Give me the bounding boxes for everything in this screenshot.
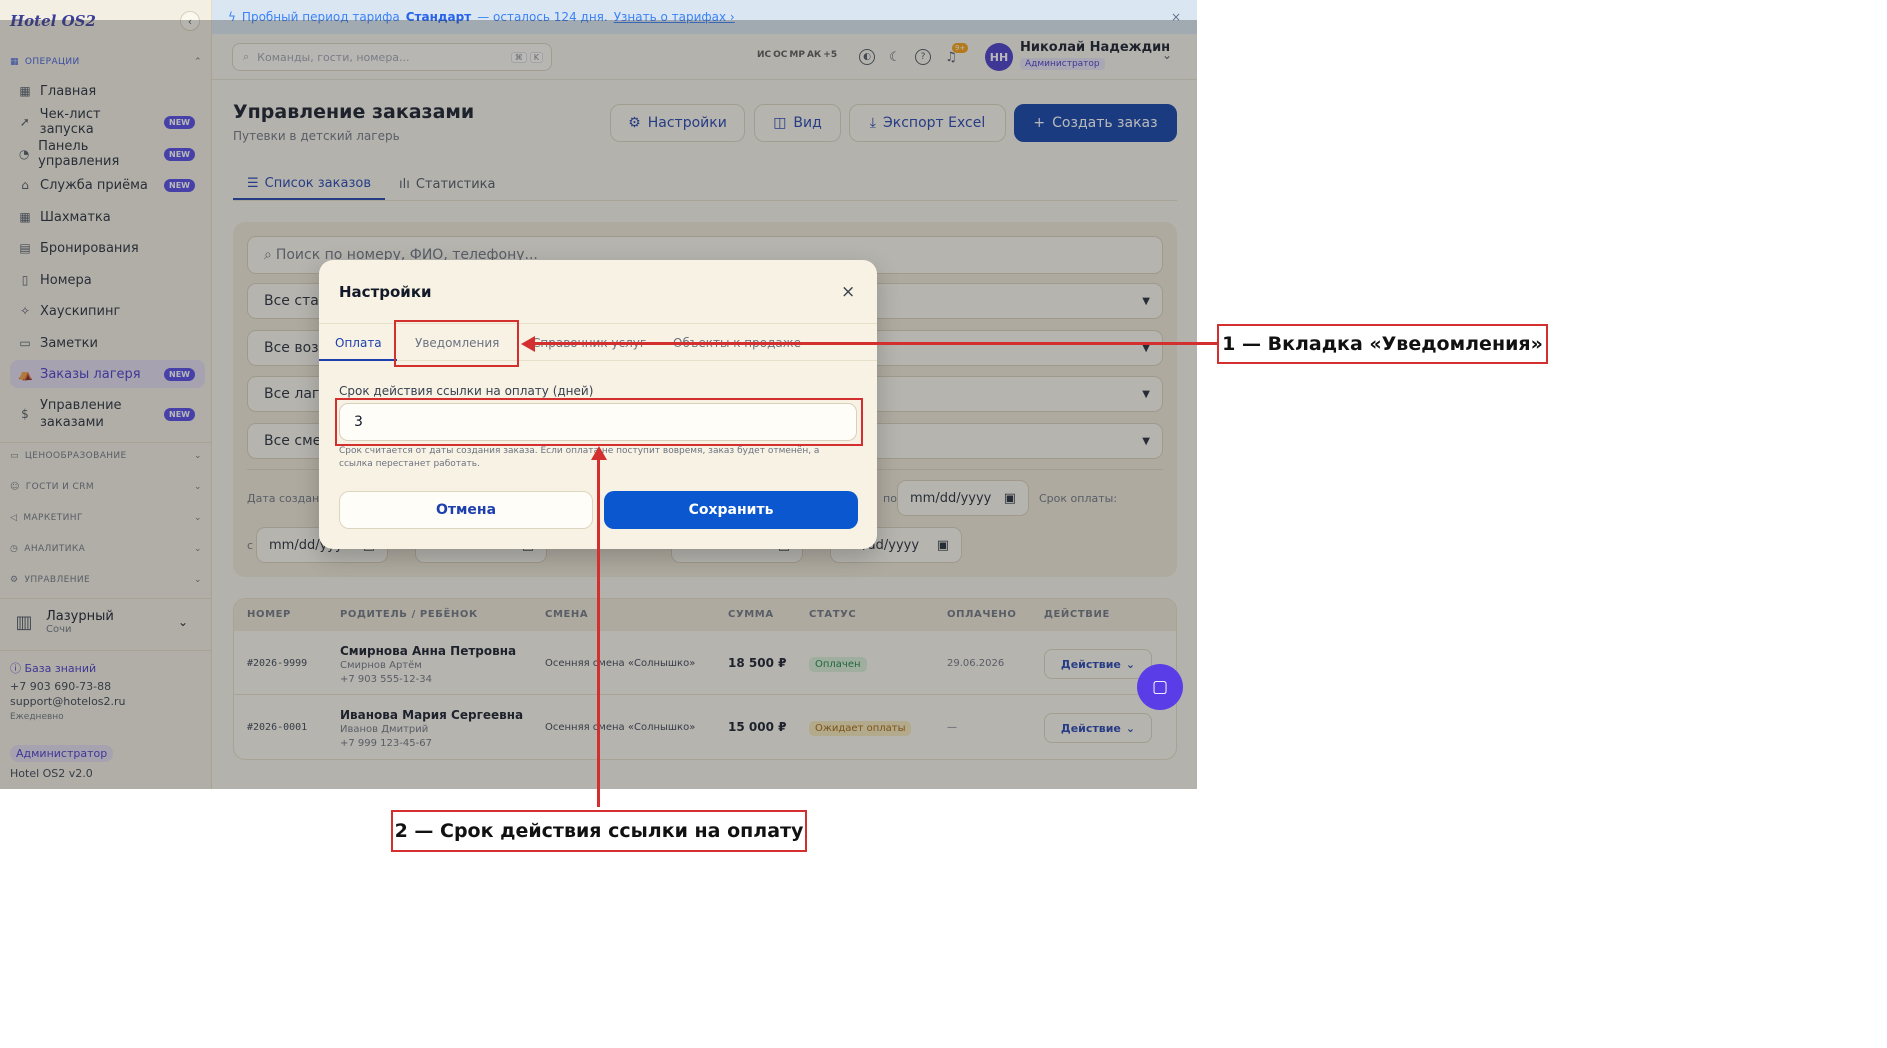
cancel-button[interactable]: Отмена: [339, 491, 593, 529]
annotated-screenshot: Hotel OS2 ‹ ▦ ОПЕРАЦИИ ⌃ ▦ Главная ➚ Чек-лис…: [0, 0, 1887, 1048]
payment-link-ttl-help: Срок считается от даты создания заказа. …: [339, 446, 820, 469]
annotation-label-2: 2 — Срок действия ссылки на оплату: [391, 810, 807, 852]
chat-icon: ▢: [1151, 677, 1169, 697]
annotation-arrow-2: [591, 446, 607, 460]
highlight-payment-link-field: [335, 398, 863, 446]
tab-payment[interactable]: Оплата: [335, 336, 382, 350]
annotation-line-1: [531, 342, 1217, 345]
annotation-arrow-1: [521, 336, 535, 352]
payment-link-ttl-label: Срок действия ссылки на оплату (дней): [339, 384, 594, 398]
annotation-label-1: 1 — Вкладка «Уведомления»: [1217, 324, 1548, 364]
close-icon[interactable]: ×: [841, 282, 855, 302]
chat-button[interactable]: ▢: [1137, 664, 1183, 710]
dialog-title: Настройки: [339, 283, 432, 301]
active-tab-indicator: [319, 359, 397, 361]
highlight-notifications-tab: [394, 320, 519, 367]
annotation-line-2: [597, 460, 600, 807]
save-button[interactable]: Сохранить: [604, 491, 858, 529]
